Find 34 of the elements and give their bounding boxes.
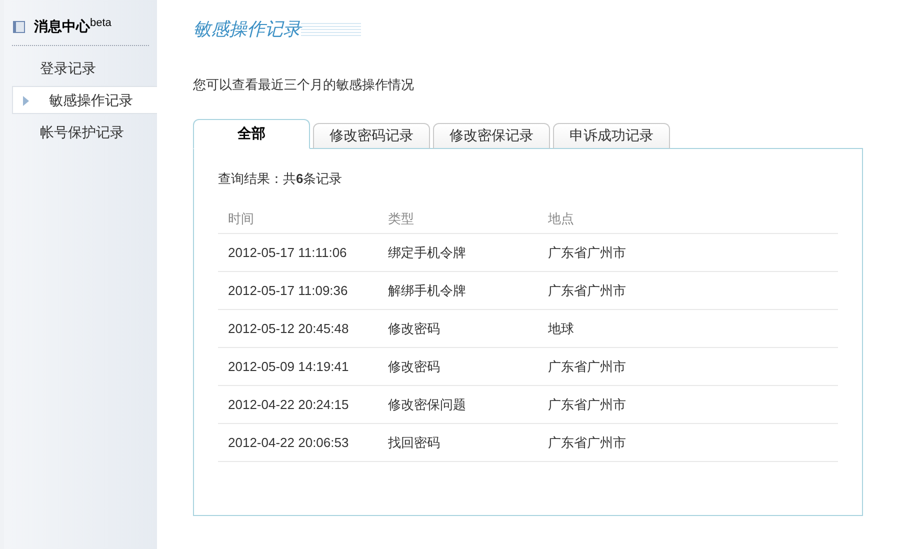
column-header: 地点 xyxy=(547,210,575,228)
table-cell-text: 解绑手机令牌 xyxy=(387,282,467,300)
sidebar-item[interactable]: 帐号保护记录 xyxy=(4,118,157,146)
sidebar-item[interactable]: 登录记录 xyxy=(4,54,157,82)
table-cell-text: 2012-04-22 20:24:15 xyxy=(227,396,350,414)
table-cell-text: 找回密码 xyxy=(387,434,441,452)
tab[interactable]: 修改密保记录 xyxy=(433,122,550,148)
table-cell-text: 2012-05-09 14:19:41 xyxy=(227,358,350,376)
column-header: 类型 xyxy=(387,210,415,228)
tab[interactable]: 申诉成功记录 xyxy=(553,122,670,148)
tab[interactable]: 全部 xyxy=(193,118,310,148)
table-cell-text: 修改密码 xyxy=(387,358,441,376)
result-summary: 查询结果：共6条记录 xyxy=(218,170,344,188)
table-cell-text: 修改密码 xyxy=(387,320,441,338)
sidebar-item[interactable]: 敏感操作记录 xyxy=(12,86,157,114)
table-cell-text: 2012-04-22 20:06:53 xyxy=(227,434,350,452)
table-cell-text: 广东省广州市 xyxy=(547,396,627,414)
table-cell-text: 2012-05-17 11:11:06 xyxy=(227,244,348,262)
triangle-icon xyxy=(23,96,29,106)
table-cell-text: 广东省广州市 xyxy=(547,434,627,452)
tab[interactable]: 修改密码记录 xyxy=(313,122,430,148)
table-cell-text: 广东省广州市 xyxy=(547,282,627,300)
table-cell-text: 广东省广州市 xyxy=(547,244,627,262)
page-title: 敏感操作记录 xyxy=(193,18,301,41)
table-cell-text: 绑定手机令牌 xyxy=(387,244,467,262)
table-cell-text: 2012-05-17 11:09:36 xyxy=(227,282,349,300)
description: 您可以查看最近三个月的敏感操作情况 xyxy=(193,76,415,94)
table-cell-text: 广东省广州市 xyxy=(547,358,627,376)
sidebar-title: 消息中心$^{beta}$ xyxy=(34,16,112,36)
book-icon xyxy=(12,20,26,34)
table-cell-text: 2012-05-12 20:45:48 xyxy=(227,320,350,338)
table-cell-text: 地球 xyxy=(547,320,575,338)
column-header: 时间 xyxy=(227,210,255,228)
table-cell-text: 修改密保问题 xyxy=(387,396,467,414)
